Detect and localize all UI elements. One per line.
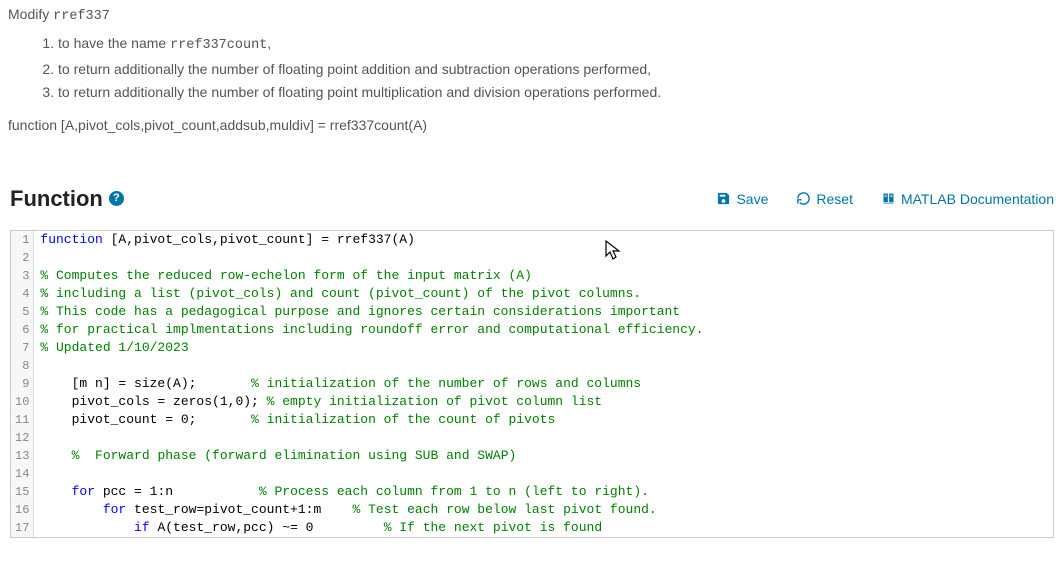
code-content[interactable]: % Updated 1/10/2023 [34, 339, 1053, 357]
line-number: 5 [11, 303, 34, 321]
code-content[interactable]: pivot_count = 0; % initialization of the… [34, 411, 1053, 429]
save-icon [716, 191, 731, 206]
code-line[interactable]: 3% Computes the reduced row-echelon form… [11, 267, 1053, 285]
save-button[interactable]: Save [716, 191, 768, 207]
line-number: 15 [11, 483, 34, 501]
help-icon[interactable]: ? [109, 191, 124, 206]
code-line[interactable]: 13 % Forward phase (forward elimination … [11, 447, 1053, 465]
line-number: 3 [11, 267, 34, 285]
code-content[interactable]: pivot_cols = zeros(1,0); % empty initial… [34, 393, 1053, 411]
line-number: 8 [11, 357, 34, 375]
code-content[interactable]: % This code has a pedagogical purpose an… [34, 303, 1053, 321]
line-number: 17 [11, 519, 34, 537]
code-line[interactable]: 7% Updated 1/10/2023 [11, 339, 1053, 357]
code-line[interactable]: 2 [11, 249, 1053, 267]
code-line[interactable]: 15 for pcc = 1:n % Process each column f… [11, 483, 1053, 501]
code-content[interactable] [34, 357, 1053, 375]
code-line[interactable]: 16 for test_row=pivot_count+1:m % Test e… [11, 501, 1053, 519]
line-number: 1 [11, 231, 34, 249]
code-content[interactable] [34, 465, 1053, 483]
section-title: Function ? [10, 186, 124, 212]
reset-label: Reset [816, 191, 853, 207]
save-label: Save [736, 191, 768, 207]
line-number: 13 [11, 447, 34, 465]
reset-icon [796, 191, 811, 206]
code-line[interactable]: 5% This code has a pedagogical purpose a… [11, 303, 1053, 321]
line-number: 6 [11, 321, 34, 339]
code-line[interactable]: 12 [11, 429, 1053, 447]
code-table[interactable]: 1function [A,pivot_cols,pivot_count] = r… [11, 231, 1053, 537]
code-content[interactable] [34, 249, 1053, 267]
list-item: to return additionally the number of flo… [58, 59, 1056, 80]
list-item: to have the name rref337count, [58, 33, 1056, 56]
code-content[interactable]: % Forward phase (forward elimination usi… [34, 447, 1053, 465]
section-header: Function ? Save Reset MATLAB Documentati… [0, 186, 1064, 212]
line-number: 4 [11, 285, 34, 303]
section-title-text: Function [10, 186, 103, 212]
function-signature: function [A,pivot_cols,pivot_count,addsu… [8, 115, 1056, 136]
docs-label: MATLAB Documentation [901, 191, 1054, 207]
line-number: 16 [11, 501, 34, 519]
line-number: 2 [11, 249, 34, 267]
line-number: 11 [11, 411, 34, 429]
code-line[interactable]: 8 [11, 357, 1053, 375]
code-content[interactable]: % for practical implmentations including… [34, 321, 1053, 339]
code-content[interactable]: function [A,pivot_cols,pivot_count] = rr… [34, 231, 1053, 249]
modify-prefix: Modify [8, 6, 53, 22]
line-number: 7 [11, 339, 34, 357]
code-editor[interactable]: 1function [A,pivot_cols,pivot_count] = r… [10, 230, 1054, 538]
code-content[interactable]: % including a list (pivot_cols) and coun… [34, 285, 1053, 303]
code-line[interactable]: 6% for practical implmentations includin… [11, 321, 1053, 339]
list-item: to return additionally the number of flo… [58, 82, 1056, 103]
line-number: 9 [11, 375, 34, 393]
line-number: 14 [11, 465, 34, 483]
modify-line: Modify rref337 [8, 4, 1056, 27]
problem-statement: Modify rref337 to have the name rref337c… [0, 0, 1064, 136]
code-content[interactable]: % Computes the reduced row-echelon form … [34, 267, 1053, 285]
modify-target: rref337 [53, 9, 110, 24]
book-icon [881, 191, 896, 206]
code-line[interactable]: 1function [A,pivot_cols,pivot_count] = r… [11, 231, 1053, 249]
line-number: 10 [11, 393, 34, 411]
code-line[interactable]: 9 [m n] = size(A); % initialization of t… [11, 375, 1053, 393]
reset-button[interactable]: Reset [796, 191, 853, 207]
code-line[interactable]: 11 pivot_count = 0; % initialization of … [11, 411, 1053, 429]
code-line[interactable]: 10 pivot_cols = zeros(1,0); % empty init… [11, 393, 1053, 411]
code-line[interactable]: 17 if A(test_row,pcc) ~= 0 % If the next… [11, 519, 1053, 537]
code-content[interactable]: [m n] = size(A); % initialization of the… [34, 375, 1053, 393]
code-content[interactable]: if A(test_row,pcc) ~= 0 % If the next pi… [34, 519, 1053, 537]
line-number: 12 [11, 429, 34, 447]
requirements-list: to have the name rref337count, to return… [58, 33, 1056, 102]
code-line[interactable]: 4% including a list (pivot_cols) and cou… [11, 285, 1053, 303]
toolbar: Save Reset MATLAB Documentation [716, 191, 1054, 207]
code-line[interactable]: 14 [11, 465, 1053, 483]
code-content[interactable] [34, 429, 1053, 447]
code-content[interactable]: for test_row=pivot_count+1:m % Test each… [34, 501, 1053, 519]
code-content[interactable]: for pcc = 1:n % Process each column from… [34, 483, 1053, 501]
docs-link[interactable]: MATLAB Documentation [881, 191, 1054, 207]
